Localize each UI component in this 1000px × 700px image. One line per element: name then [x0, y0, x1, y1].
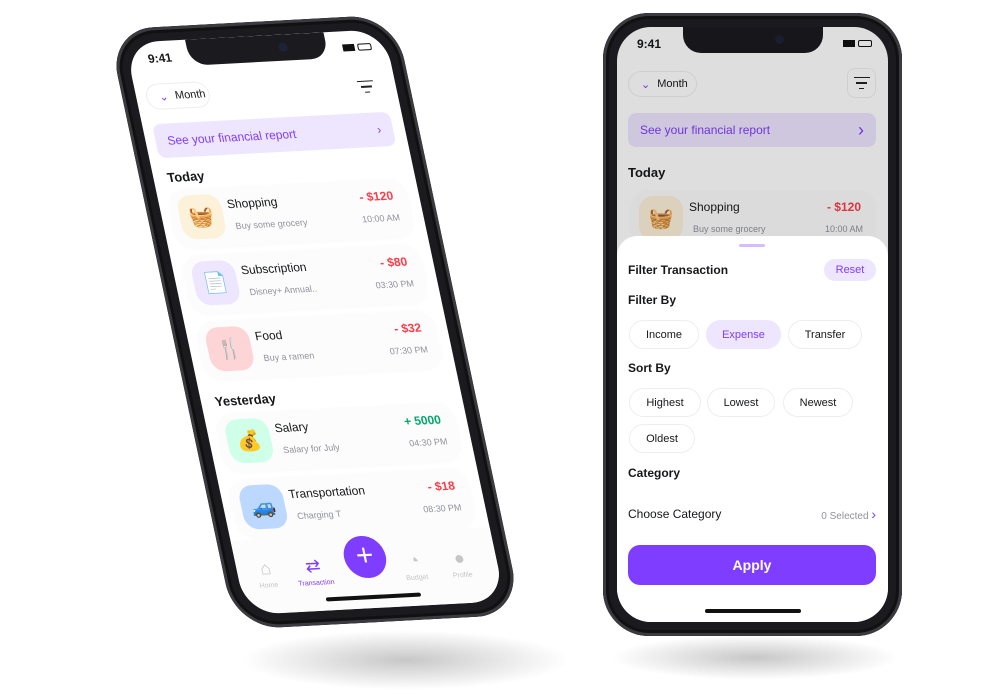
subscription-icon: 📄 [189, 259, 243, 306]
filter-by-label: Filter By [628, 293, 677, 307]
chevron-right-icon: › [871, 506, 876, 522]
section-yesterday: Yesterday [213, 390, 278, 410]
chip-newest[interactable]: Newest [783, 388, 853, 417]
chip-expense[interactable]: Expense [706, 320, 781, 349]
bottom-nav: ⌂ Home ⇄ Transaction + ◔ Budget ● Profile [230, 527, 506, 615]
sheet-handle[interactable] [739, 244, 765, 247]
month-dropdown[interactable]: ⌄ Month [143, 80, 213, 111]
sort-by-label: Sort By [628, 361, 671, 375]
chip-lowest[interactable]: Lowest [707, 388, 775, 417]
chip-oldest[interactable]: Oldest [629, 424, 695, 453]
filter-sheet: Filter Transaction Reset Filter By Incom… [617, 236, 888, 622]
right-phone: 9:41 ⌄ Month See your financial report › T… [603, 13, 902, 636]
transaction-row[interactable]: 💰 Salary Salary for July + 5000 04:30 PM [213, 401, 464, 473]
category-label: Category [628, 466, 681, 480]
profile-icon: ● [451, 547, 467, 569]
chip-income[interactable]: Income [629, 320, 699, 349]
chevron-right-icon: › [375, 122, 383, 137]
filter-title: Filter Transaction [628, 263, 729, 277]
chip-transfer[interactable]: Transfer [788, 320, 862, 349]
filter-button[interactable] [349, 72, 383, 101]
status-icons [342, 42, 373, 52]
status-time: 9:41 [146, 50, 174, 66]
left-phone: 9:41 ⌄ Month See your financial report › T… [107, 14, 523, 630]
transaction-row[interactable]: 📄 Subscription Disney+ Annual.. - $80 03:30 … [180, 243, 430, 315]
financial-report-banner[interactable]: See your financial report › [151, 111, 397, 159]
reset-button[interactable]: Reset [824, 259, 876, 281]
transaction-row[interactable]: 🍴 Food Buy a ramen - $32 07:30 PM [194, 309, 444, 381]
transaction-row[interactable]: 🧺 Shopping Buy some grocery - $120 10:00 AM [166, 177, 416, 249]
filter-screen: 9:41 ⌄ Month See your financial report › T… [617, 27, 888, 622]
food-icon: 🍴 [203, 325, 257, 372]
transaction-icon: ⇄ [303, 555, 323, 577]
add-button[interactable]: + [339, 534, 391, 580]
apply-button[interactable]: Apply [628, 545, 876, 585]
home-icon: ⌂ [257, 558, 273, 579]
money-bag-icon: 💰 [222, 417, 276, 464]
notch [184, 32, 329, 66]
chevron-down-icon: ⌄ [157, 90, 170, 104]
nav-transaction[interactable]: ⇄ Transaction [286, 555, 342, 589]
choose-category-row[interactable]: Choose Category 0 Selected › [628, 504, 876, 524]
nav-profile[interactable]: ● Profile [432, 547, 488, 581]
transaction-screen: 9:41 ⌄ Month See your financial report › T… [124, 29, 506, 615]
transaction-row[interactable]: 🚙 Transportation Charging T- $18 08:30 PM [227, 467, 478, 539]
shopping-basket-icon: 🧺 [175, 193, 229, 240]
section-today: Today [165, 168, 206, 186]
home-indicator [704, 609, 801, 613]
car-icon: 🚙 [236, 483, 290, 530]
chip-highest[interactable]: Highest [629, 388, 701, 417]
